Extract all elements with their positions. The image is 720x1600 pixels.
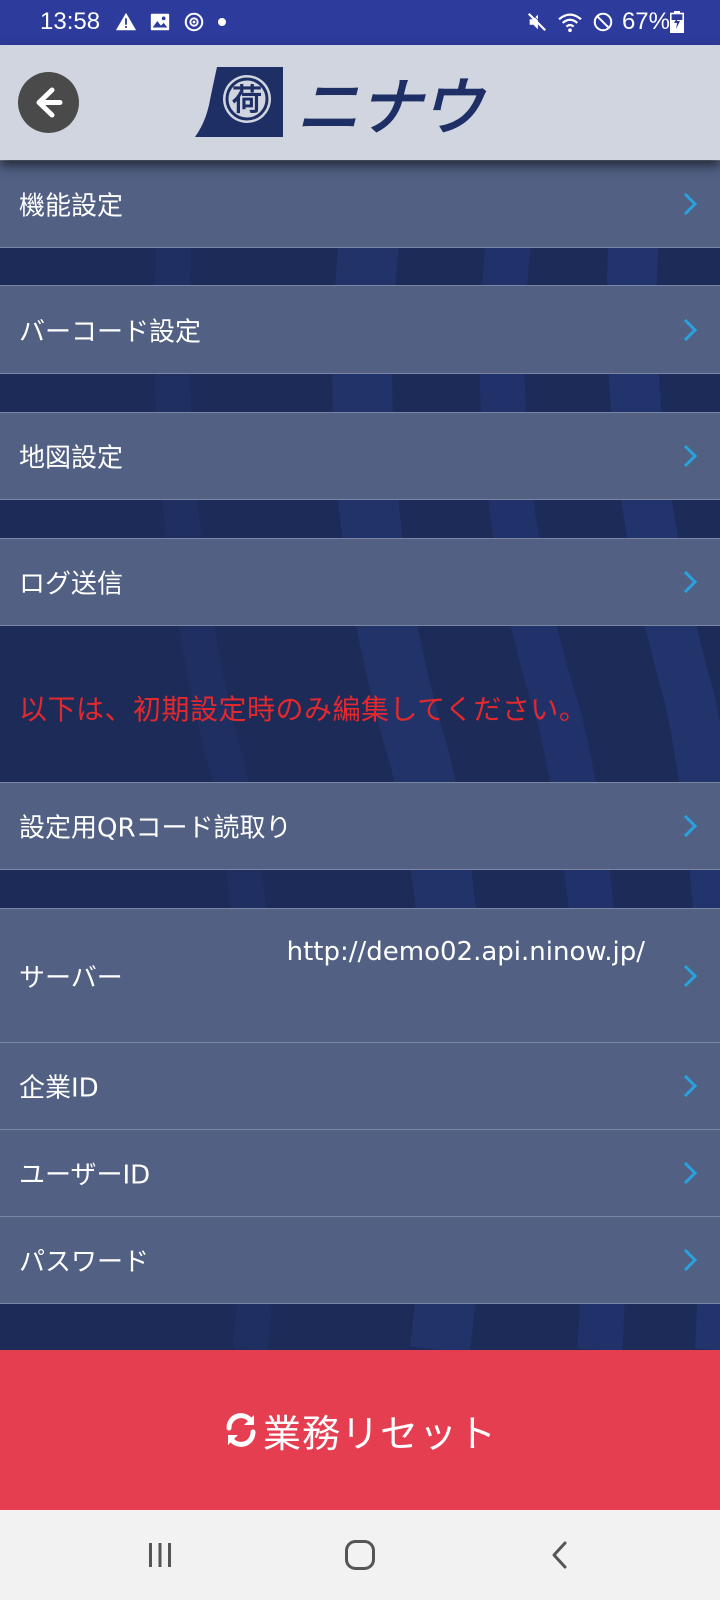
mute-icon [526,11,548,33]
menu-item-label: 機能設定 [19,191,124,222]
chevron-right-icon [682,317,698,343]
home-icon [345,1540,375,1570]
home-button[interactable] [300,1510,420,1600]
menu-item-password[interactable]: パスワード [0,1216,720,1304]
menu-item-label: 設定用QRコード読取り [19,813,292,844]
menu-item-label: パスワード [19,1247,150,1278]
initial-settings-notice: 以下は、初期設定時のみ編集してください。 [19,693,588,726]
status-system-icons: 67% [526,8,670,35]
alert-icon [115,11,137,33]
chevron-right-icon [682,1247,698,1273]
status-bar: 13:58 67% [0,0,720,45]
arrow-left-icon [36,87,63,118]
sync-icon [183,11,205,33]
menu-item-user-id[interactable]: ユーザーID [0,1129,720,1217]
chevron-right-icon [682,569,698,595]
menu-item-map-settings[interactable]: 地図設定 [0,412,720,500]
menu-item-label: ユーザーID [19,1160,151,1191]
do-not-disturb-icon [592,11,614,33]
recent-apps-button[interactable] [100,1510,220,1600]
menu-item-barcode-settings[interactable]: バーコード設定 [0,285,720,374]
menu-item-label: ログ送信 [19,569,124,600]
menu-item-function-settings[interactable]: 機能設定 [0,160,720,248]
svg-text:荷: 荷 [232,83,262,118]
menu-item-server[interactable]: サーバー http://demo02.api.ninow.jp/ [0,908,720,1043]
system-back-button[interactable] [500,1510,620,1600]
recent-apps-icon [149,1543,171,1567]
battery-percent: 67% [621,8,670,35]
chevron-right-icon [682,1073,698,1099]
chevron-right-icon [682,443,698,469]
refresh-icon [223,1412,259,1448]
work-reset-label: 業務リセット [262,1411,497,1456]
status-time: 13:58 [40,8,101,35]
work-reset-button[interactable]: 業務リセット [0,1350,720,1510]
wifi-icon [556,11,584,33]
back-button[interactable] [18,72,79,133]
menu-item-label: サーバー [19,963,123,993]
menu-item-label: 企業ID [19,1073,99,1104]
image-icon [149,11,171,33]
app-logo: 荷 ニナウ [195,63,525,145]
svg-text:ニナウ: ニナウ [297,71,487,144]
system-nav-bar [0,1510,720,1600]
menu-item-label: 地図設定 [19,443,124,474]
settings-list: 機能設定 バーコード設定 地図設定 ログ送信 以下は、初期設定時のみ編集してくだ… [0,160,720,1350]
back-icon [552,1541,567,1569]
server-url-value: http://demo02.api.ninow.jp/ [286,937,645,967]
battery-charging-icon [670,11,684,33]
chevron-right-icon [682,191,698,217]
menu-item-company-id[interactable]: 企業ID [0,1042,720,1130]
dot-icon [217,17,227,27]
chevron-right-icon [682,963,698,989]
chevron-right-icon [682,1160,698,1186]
app-header: 荷 ニナウ [0,45,720,160]
menu-item-qr-code-scan[interactable]: 設定用QRコード読取り [0,782,720,870]
status-notification-icons [115,9,227,35]
menu-item-label: バーコード設定 [19,317,202,347]
menu-item-send-log[interactable]: ログ送信 [0,538,720,626]
chevron-right-icon [682,813,698,839]
